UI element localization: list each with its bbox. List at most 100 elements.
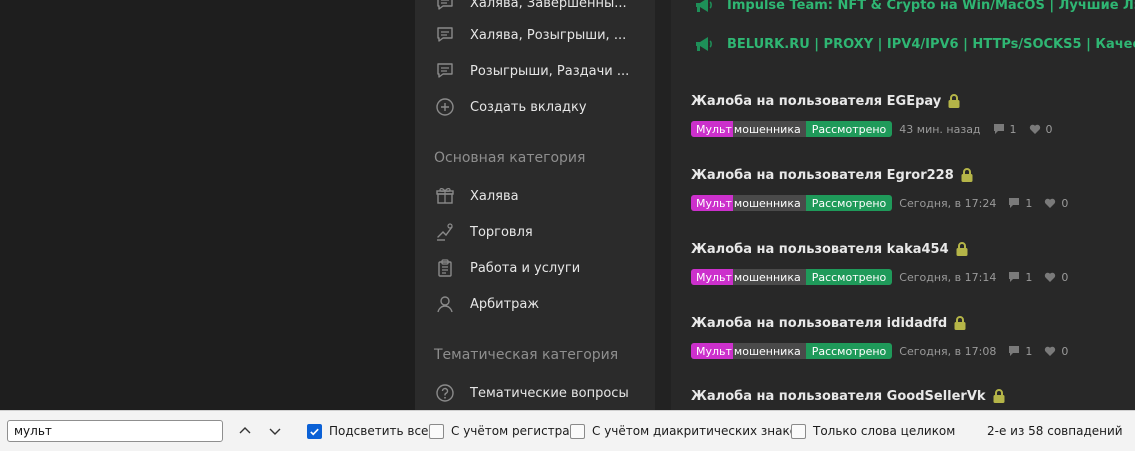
checkbox-label: С учётом диакритических знаков — [592, 424, 805, 438]
reply-icon — [1008, 345, 1020, 357]
thread-title-link[interactable]: Жалоба на пользователя Egror228 — [691, 165, 1131, 185]
status-badge[interactable]: Рассмотрено — [805, 269, 893, 285]
thread-item: Жалоба на пользователя Egror228 Мульт мош… — [691, 165, 1131, 211]
prefix-tag[interactable]: Мульт мошенника — [691, 269, 806, 285]
megaphone-icon — [693, 0, 715, 15]
sidebar-tab-item[interactable]: Халява, Завершенны... — [433, 0, 627, 15]
checkbox-label: С учётом регистра — [451, 424, 570, 438]
like-count: 0 — [1061, 196, 1069, 210]
sidebar-tab-item[interactable]: Халява, Розыгрыши, ... — [433, 23, 626, 47]
reply-count: 1 — [1009, 122, 1017, 136]
thread-title-link[interactable]: Жалоба на пользователя GoodSellerVk — [691, 386, 1131, 406]
whole-words-checkbox[interactable]: Только слова целиком — [791, 423, 955, 439]
sidebar-item-label: Халява — [470, 188, 519, 204]
search-highlight: Мульт — [691, 269, 733, 285]
match-diacritics-checkbox[interactable]: С учётом диакритических знаков — [570, 423, 804, 439]
chevron-up-icon — [239, 427, 251, 434]
plus-circle-icon — [433, 95, 457, 119]
prefix-tag[interactable]: Мульт мошенника — [691, 121, 806, 137]
sidebar-item-label: Создать вкладку — [470, 99, 587, 115]
sticky-banner[interactable]: BELURK.RU | PROXY | IPV4/IPV6 | HTTPs/SO… — [693, 34, 1135, 54]
find-previous-button[interactable] — [233, 420, 257, 442]
lock-icon — [948, 94, 960, 108]
checkbox-unchecked[interactable] — [429, 423, 444, 439]
thread-time[interactable]: 43 мин. назад — [899, 123, 980, 136]
highlight-all-checkbox[interactable]: Подсветить все — [307, 423, 428, 439]
chat-bubble-icon — [433, 0, 457, 15]
checkbox-label: Подсветить все — [329, 424, 429, 438]
banner-text: Impulse Team: NFT & Crypto на Win/MacOS … — [727, 0, 1135, 13]
sidebar-item-label: Халява, Завершенны... — [470, 0, 627, 11]
handshake-icon — [433, 220, 457, 244]
status-badge[interactable]: Рассмотрено — [805, 343, 893, 359]
thread-title-link[interactable]: Жалоба на пользователя EGEpay — [691, 91, 1131, 111]
thread-item: Жалоба на пользователя EGEpay Мульт мошен… — [691, 91, 1131, 137]
sidebar-item-label: Работа и услуги — [470, 260, 581, 276]
checkbox-unchecked[interactable] — [570, 423, 585, 439]
reply-icon — [993, 123, 1005, 135]
question-circle-icon — [433, 381, 457, 405]
thematic-category-heading: Тематическая категория — [434, 347, 619, 363]
reply-icon — [1008, 197, 1020, 209]
thread-meta: Мульт мошенника Рассмотрено Сегодня, в 17… — [691, 343, 1131, 359]
sidebar-item-label: Халява, Розыгрыши, ... — [470, 27, 627, 43]
reply-icon — [1008, 271, 1020, 283]
like-count: 0 — [1061, 270, 1069, 284]
lock-icon — [954, 316, 966, 330]
sidebar-item-jobs[interactable]: Работа и услуги — [433, 256, 580, 280]
sidebar-item-label: Розыгрыши, Раздачи ... — [470, 63, 630, 79]
heart-icon — [1044, 271, 1056, 283]
thread-item: Жалоба на пользователя kaka454 Мульт моше… — [691, 239, 1131, 285]
status-badge[interactable]: Рассмотрено — [805, 121, 893, 137]
find-input[interactable] — [7, 420, 223, 442]
thread-time[interactable]: Сегодня, в 17:08 — [899, 345, 996, 358]
checkbox-unchecked[interactable] — [791, 423, 806, 439]
search-highlight: Мульт — [691, 343, 733, 359]
page-left-background — [0, 0, 415, 410]
sidebar-item-thematic-questions[interactable]: Тематические вопросы — [433, 381, 629, 405]
thread-list: Impulse Team: NFT & Crypto на Win/MacOS … — [671, 0, 1135, 410]
clipboard-icon — [433, 256, 457, 280]
banner-text: BELURK.RU | PROXY | IPV4/IPV6 | HTTPs/SO… — [727, 36, 1135, 52]
checkbox-checked[interactable] — [307, 423, 322, 439]
thread-title-link[interactable]: Жалоба на пользователя kaka454 — [691, 239, 1131, 259]
thread-time[interactable]: Сегодня, в 17:24 — [899, 197, 996, 210]
sidebar-item-freebies[interactable]: Халява — [433, 184, 519, 208]
like-count: 0 — [1061, 344, 1069, 358]
like-count: 0 — [1045, 122, 1053, 136]
sidebar-item-arbitration[interactable]: Арбитраж — [433, 292, 539, 316]
user-icon — [433, 292, 457, 316]
reply-count: 1 — [1025, 344, 1033, 358]
thread-meta: Мульт мошенника Рассмотрено Сегодня, в 17… — [691, 195, 1131, 211]
thread-meta: Мульт мошенника Рассмотрено Сегодня, в 17… — [691, 269, 1131, 285]
chat-bubble-icon — [433, 59, 457, 83]
thread-item: Жалоба на пользователя ididadfd Мульт мош… — [691, 313, 1131, 359]
thread-time[interactable]: Сегодня, в 17:14 — [899, 271, 996, 284]
heart-icon — [1029, 123, 1041, 135]
sidebar-item-label: Тематические вопросы — [470, 385, 629, 401]
search-highlight: Мульт — [691, 195, 733, 211]
find-bar: Подсветить все С учётом регистра С учёто… — [0, 410, 1135, 451]
prefix-tag[interactable]: Мульт мошенника — [691, 195, 806, 211]
checkmark-icon — [310, 428, 319, 436]
heart-icon — [1044, 197, 1056, 209]
main-category-heading: Основная категория — [434, 150, 586, 166]
status-badge[interactable]: Рассмотрено — [805, 195, 893, 211]
megaphone-icon — [693, 34, 715, 54]
sidebar-tab-item[interactable]: Розыгрыши, Раздачи ... — [433, 59, 629, 83]
reply-count: 1 — [1025, 196, 1033, 210]
thread-title-link[interactable]: Жалоба на пользователя ididadfd — [691, 313, 1131, 333]
sidebar-item-trading[interactable]: Торговля — [433, 220, 533, 244]
match-case-checkbox[interactable]: С учётом регистра — [429, 423, 570, 439]
gift-icon — [433, 184, 457, 208]
column-gap — [655, 0, 671, 410]
find-next-button[interactable] — [263, 420, 287, 442]
lock-icon — [993, 389, 1005, 403]
thread-item: Жалоба на пользователя GoodSellerVk — [691, 386, 1131, 406]
find-status: 2-е из 58 совпадений — [987, 424, 1123, 438]
sticky-banner[interactable]: Impulse Team: NFT & Crypto на Win/MacOS … — [693, 0, 1135, 15]
prefix-tag[interactable]: Мульт мошенника — [691, 343, 806, 359]
reply-count: 1 — [1025, 270, 1033, 284]
sidebar: Халява, Завершенны... Халява, Розыгрыши,… — [415, 0, 655, 410]
create-tab-button[interactable]: Создать вкладку — [433, 95, 587, 119]
